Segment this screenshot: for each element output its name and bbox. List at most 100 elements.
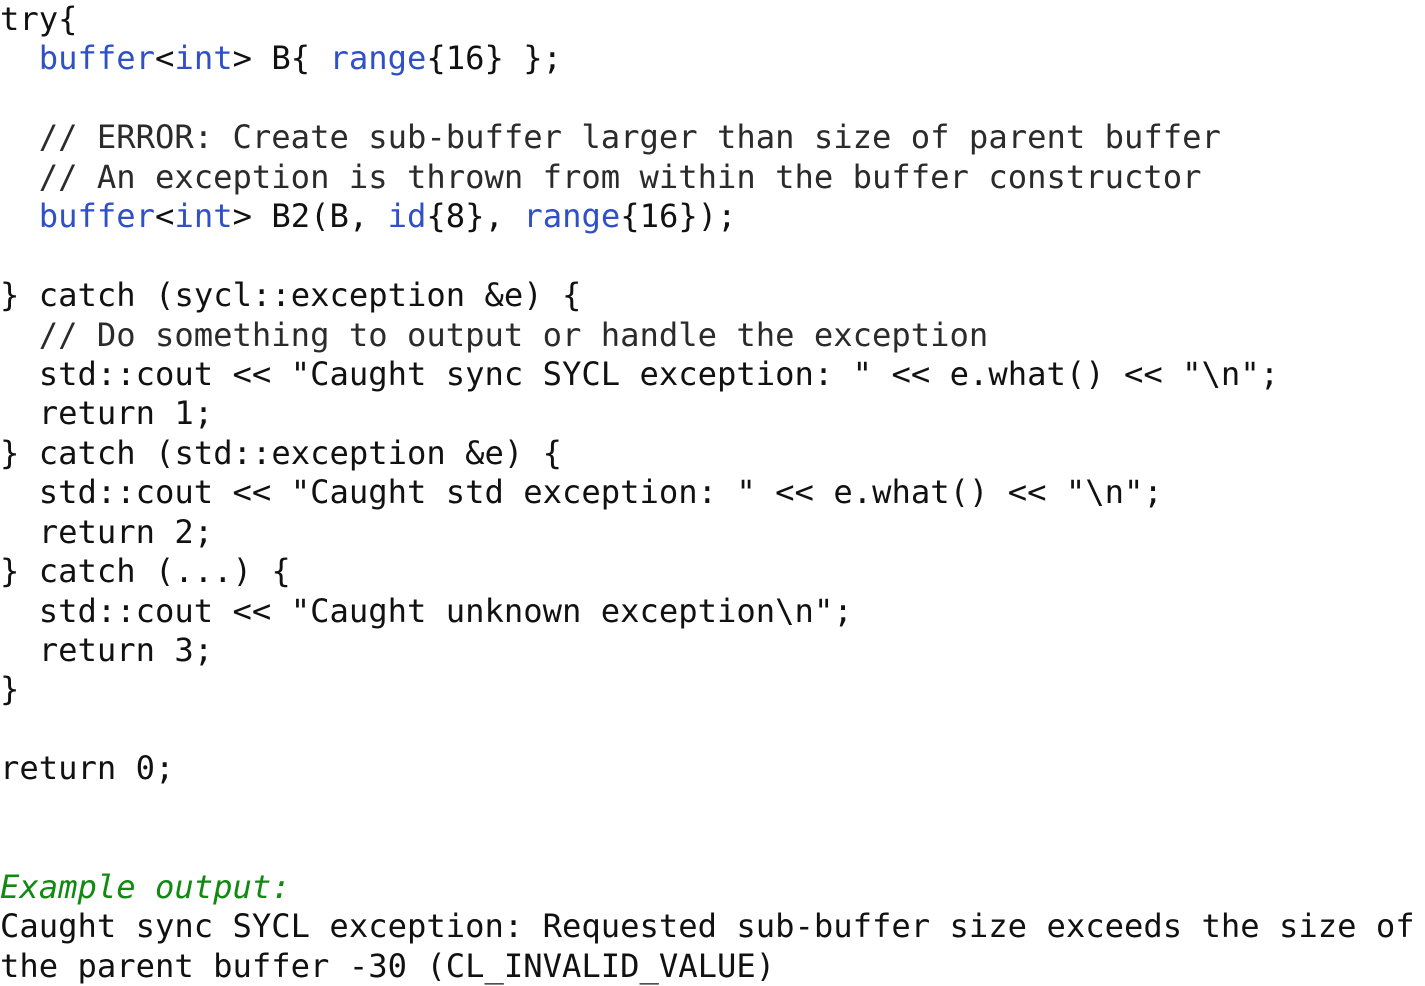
code-token-keyword: catch (38, 433, 136, 472)
code-token-plain: } (0, 552, 39, 591)
code-line: std::cout << "Caught unknown exception\n… (0, 592, 1425, 631)
code-token-type: id (387, 197, 427, 236)
code-token-type: int (174, 197, 233, 236)
code-line: } catch (sycl::exception &e) { (0, 276, 1425, 315)
code-line: buffer<int> B{ range{16} }; (0, 39, 1425, 78)
code-token-number: 0 (135, 749, 156, 788)
code-token-number: 2 (174, 512, 194, 551)
code-token-string: " (1065, 473, 1086, 512)
code-line: } catch (std::exception &e) { (0, 434, 1425, 473)
code-token-function: B2 (271, 197, 311, 236)
code-token-plain: ::exception &e) { (232, 433, 563, 472)
code-listing: try{ buffer<int> B{ range{16} }; // ERRO… (0, 0, 1425, 986)
code-token-plain: > (232, 197, 272, 236)
code-token-keyword: catch (38, 552, 136, 591)
code-token-number: 3 (174, 631, 194, 669)
code-token-function: .what (968, 354, 1066, 393)
code-token-namespace: std (38, 473, 97, 512)
code-token-plain: }, (465, 197, 524, 236)
code-token-number: 16 (445, 39, 485, 78)
code-token-comment: // An exception is thrown from within th… (38, 157, 1202, 196)
code-token-plain: ( (135, 433, 175, 472)
code-token-plain: } (0, 670, 20, 709)
code-token-escape: \n (775, 591, 814, 630)
code-token-plain: (...) { (135, 552, 291, 591)
code-token-type: buffer (38, 197, 156, 236)
code-token-plain: try{ (0, 0, 78, 38)
code-token-plain: ::exception &e) { (251, 276, 582, 315)
code-token-type: range (523, 197, 621, 236)
code-token-namespace: sycl (174, 276, 252, 315)
code-token-plain: << (755, 473, 834, 512)
code-token-plain: { (426, 197, 446, 236)
code-token-number: 16 (639, 197, 679, 236)
code-line: return 0; (0, 749, 1425, 788)
code-token-plain: > B{ (232, 39, 330, 78)
code-token-plain: { (426, 39, 446, 78)
code-token-plain: } (0, 276, 39, 315)
code-line: the parent buffer -30 (CL_INVALID_VALUE) (0, 947, 1425, 986)
code-line: } catch (...) { (0, 552, 1425, 591)
code-token-plain: return (0, 394, 175, 433)
code-line: } (0, 670, 1425, 709)
code-line: std::cout << "Caught std exception: " <<… (0, 473, 1425, 512)
code-line: try{ (0, 0, 1425, 39)
code-token-type: int (174, 39, 233, 78)
code-token-keyword: catch (38, 276, 136, 315)
code-token-type: range (329, 39, 427, 78)
code-token-comment: // ERROR: Create sub-buffer larger than … (38, 118, 1221, 157)
code-token-comment: // Do something to output or handle the … (38, 315, 989, 354)
code-token-namespace: std (38, 591, 97, 630)
code-line: return 2; (0, 513, 1425, 552)
code-token-plain: return (0, 512, 175, 551)
code-token-escape: \n (1085, 473, 1125, 512)
code-token-string: "; (813, 591, 853, 630)
code-token-plain: } (0, 433, 39, 472)
code-line: Example output: (0, 868, 1425, 907)
code-token-plain: } }; (484, 39, 563, 78)
code-token-string: "; (1240, 354, 1280, 393)
code-token-plain: ; (193, 631, 214, 669)
code-token-plain: { (620, 197, 640, 236)
code-token-out: Caught sync SYCL exception: Requested su… (0, 907, 1415, 946)
code-line: std::cout << "Caught sync SYCL exception… (0, 355, 1425, 394)
code-token-escape: \n (1201, 354, 1241, 393)
code-token-plain: }); (678, 197, 737, 236)
code-token-string: "Caught sync SYCL exception: " (290, 354, 873, 393)
code-token-plain: ; (193, 512, 214, 551)
code-token-string: "; (1124, 473, 1163, 512)
code-token-plain: ; (155, 749, 175, 788)
code-token-number: 1 (174, 394, 194, 433)
code-token-plain: () << (949, 473, 1066, 512)
code-token-string: " (1182, 354, 1202, 393)
code-token-plain: ::cout << (96, 591, 291, 630)
code-line: // ERROR: Create sub-buffer larger than … (0, 118, 1425, 157)
code-token-variable: e (833, 473, 853, 512)
code-token-plain: << (872, 354, 950, 393)
code-token-plain: (B, (310, 197, 388, 236)
code-line: Caught sync SYCL exception: Requested su… (0, 907, 1425, 946)
code-token-namespace: std (38, 354, 97, 393)
code-line: // Do something to output or handle the … (0, 316, 1425, 355)
code-token-number: 8 (445, 197, 466, 236)
code-token-plain: () << (1065, 354, 1183, 393)
code-token-plain: < (155, 39, 175, 78)
code-line: // An exception is thrown from within th… (0, 158, 1425, 197)
code-token-string: "Caught std exception: " (290, 473, 756, 512)
code-line: return 3; (0, 631, 1425, 670)
code-token-plain: ::cout << (96, 473, 291, 512)
code-token-plain: < (155, 197, 175, 236)
code-token-plain: return (0, 749, 136, 788)
code-token-type: buffer (38, 39, 156, 78)
